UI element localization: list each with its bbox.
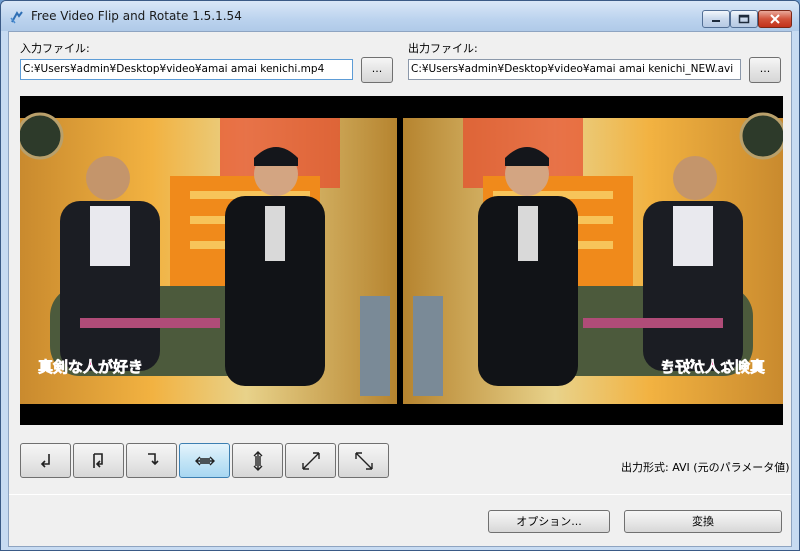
rotate-right-button[interactable] (126, 443, 177, 478)
flip-horizontal-icon (194, 456, 215, 465)
input-browse-button[interactable]: ... (361, 57, 393, 83)
output-file-label: 出力ファイル: (408, 42, 478, 55)
flip-horizontal-button[interactable] (179, 443, 230, 478)
video-frame: 真剣な人が好き 真剣な人が好き (20, 112, 783, 404)
left-video-frame: 真剣な人が好き (20, 112, 397, 404)
right-video-frame: 真剣な人が好き (403, 112, 783, 404)
close-button[interactable] (758, 10, 792, 28)
output-format-label: 出力形式: AVI (元のパラメータ値) (621, 461, 790, 474)
rotate-180-button[interactable] (73, 443, 124, 478)
main-panel: 入力ファイル: C:¥Users¥admin¥Desktop¥video¥ama… (8, 31, 792, 547)
rotate-180-icon (92, 452, 103, 468)
rotate-left-button[interactable] (20, 443, 71, 478)
flip-vertical-icon (253, 450, 262, 471)
close-icon (770, 14, 780, 24)
flip-vertical-button[interactable] (232, 443, 283, 478)
convert-button[interactable]: 変換 (624, 510, 782, 533)
options-button[interactable]: オプション... (488, 510, 610, 533)
input-file-field[interactable]: C:¥Users¥admin¥Desktop¥video¥amai amai k… (20, 59, 353, 80)
output-browse-button[interactable]: ... (749, 57, 781, 83)
maximize-icon (738, 14, 750, 24)
transverse-button[interactable] (338, 443, 389, 478)
window-title: Free Video Flip and Rotate 1.5.1.54 (31, 9, 242, 23)
caption-right: 真剣な人が好き (660, 358, 765, 376)
caption-left: 真剣な人が好き (38, 358, 143, 376)
minimize-icon (712, 20, 720, 22)
output-file-field[interactable]: C:¥Users¥admin¥Desktop¥video¥amai amai k… (408, 59, 741, 80)
minimize-button[interactable] (702, 10, 730, 28)
footer-separator (9, 494, 791, 495)
title-bar[interactable]: Free Video Flip and Rotate 1.5.1.54 (1, 1, 799, 31)
app-icon (10, 11, 23, 24)
diagonal-ne-icon (301, 451, 320, 470)
video-preview: 真剣な人が好き 真剣な人が好き (20, 96, 783, 425)
rotate-right-icon (147, 452, 159, 465)
input-file-label: 入力ファイル: (20, 42, 90, 55)
maximize-button[interactable] (730, 10, 758, 28)
transpose-button[interactable] (285, 443, 336, 478)
app-window: Free Video Flip and Rotate 1.5.1.54 入力ファ… (0, 0, 800, 551)
diagonal-nw-icon (354, 451, 373, 470)
rotate-left-icon (40, 453, 50, 468)
